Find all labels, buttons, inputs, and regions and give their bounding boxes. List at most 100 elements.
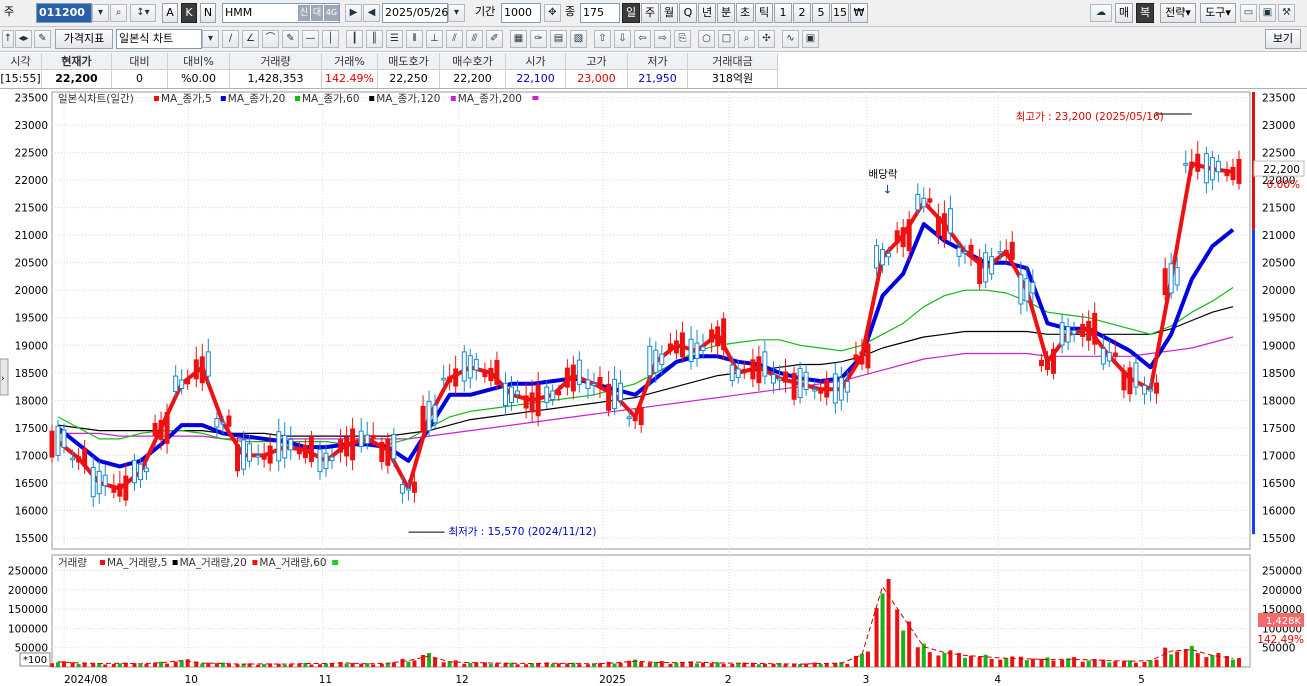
- period-button-9[interactable]: 2: [793, 3, 811, 23]
- copy-tool-icon[interactable]: ⎘: [674, 30, 691, 48]
- candle-body: [983, 252, 989, 283]
- price-indicator-button[interactable]: 가격지표: [55, 29, 113, 49]
- period-button-3[interactable]: Q: [679, 3, 697, 23]
- zoom-tool-icon[interactable]: ⌕: [738, 30, 755, 48]
- period-button-5[interactable]: 분: [717, 3, 735, 23]
- cloud-icon[interactable]: ☁: [1090, 4, 1112, 22]
- list-tool-icon[interactable]: ☰: [386, 30, 403, 48]
- candle-body: [824, 379, 830, 398]
- volume-bar: [942, 652, 947, 667]
- stock-code-input[interactable]: 011200: [36, 3, 92, 23]
- volume-bar: [1142, 661, 1147, 667]
- tag-button-4g[interactable]: 4G: [324, 5, 339, 21]
- letter-button-n[interactable]: N: [200, 3, 216, 23]
- period-button-0[interactable]: 일: [622, 3, 640, 23]
- perp-tool-icon[interactable]: ⊥: [426, 30, 443, 48]
- sort-arrows-icon[interactable]: ↕▾: [130, 4, 156, 22]
- edit-settings-icon[interactable]: ✎: [34, 30, 51, 48]
- move-icon[interactable]: ✥: [544, 4, 561, 22]
- strategy-button[interactable]: 전략▾: [1160, 3, 1196, 23]
- rect-tool-icon[interactable]: □: [718, 30, 735, 48]
- line-tool-icon[interactable]: ∕: [222, 30, 239, 48]
- arrow-up-icon[interactable]: ↑: [2, 30, 14, 48]
- tag-button-loan[interactable]: 대: [311, 5, 323, 21]
- period-button-11[interactable]: 15: [831, 3, 849, 23]
- candle-body: [117, 483, 123, 497]
- view-button[interactable]: 보기: [1265, 29, 1301, 49]
- vline-tool-icon[interactable]: │: [322, 30, 339, 48]
- time-tick-label: 12: [455, 674, 468, 686]
- letter-button-a[interactable]: A: [162, 3, 178, 23]
- volume-bar: [886, 578, 891, 667]
- period-input[interactable]: 1000: [501, 3, 541, 23]
- candle-body: [276, 431, 282, 462]
- candle-body: [473, 359, 479, 371]
- volume-bar: [895, 609, 900, 667]
- candle-body: [1080, 323, 1086, 337]
- brush-tool-icon[interactable]: ✑: [530, 30, 547, 48]
- volume-bar: [936, 655, 941, 667]
- image-tool-icon[interactable]: ▣: [802, 30, 819, 48]
- tag-button-new[interactable]: 신: [298, 5, 310, 21]
- price-tick-left: 21000: [15, 230, 48, 242]
- candle-body: [1086, 320, 1092, 341]
- quote-header-5: 거래%: [322, 53, 378, 70]
- code-dropdown-icon[interactable]: ▾: [92, 4, 109, 22]
- single-view-button[interactable]: 매: [1115, 3, 1133, 23]
- up-tool-icon[interactable]: ⇧: [594, 30, 611, 48]
- price-legend-item: MA_종가,200: [458, 93, 522, 105]
- ruler-tool-icon[interactable]: ⫴: [406, 30, 423, 48]
- palette-tool-icon[interactable]: ▦: [510, 30, 527, 48]
- multiline-tool-icon[interactable]: ║: [366, 30, 383, 48]
- period-button-1[interactable]: 주: [641, 3, 659, 23]
- marker-tool-icon[interactable]: ✐: [486, 30, 503, 48]
- hatch-tool-icon[interactable]: ▧: [570, 30, 587, 48]
- count-input[interactable]: 175: [580, 3, 620, 23]
- period-button-12[interactable]: ₩: [850, 3, 868, 23]
- hline-tool-icon[interactable]: —: [302, 30, 319, 48]
- volume-bar: [453, 660, 458, 667]
- circle-tool-icon[interactable]: ○: [698, 30, 715, 48]
- letter-button-k[interactable]: K: [181, 3, 197, 23]
- open-folder-icon[interactable]: ▭: [1240, 4, 1257, 22]
- period-button-4[interactable]: 년: [698, 3, 716, 23]
- wrench-icon[interactable]: ⚒: [1278, 4, 1295, 22]
- volume-legend-item: MA_거래량,5: [107, 557, 168, 569]
- date-input[interactable]: 2025/05/26: [382, 3, 448, 23]
- price-volume-chart[interactable]: 15500 15500 16000 16000 16500 16500 17000 17000…: [0, 89, 1307, 686]
- period-button-2[interactable]: 월: [660, 3, 678, 23]
- quote-header-11: 거래대금: [688, 53, 778, 70]
- candle-body: [267, 445, 273, 464]
- play-forward-icon[interactable]: ▶: [345, 4, 362, 22]
- tools-button[interactable]: 도구▾: [1200, 3, 1236, 23]
- target-tool-icon[interactable]: ✣: [758, 30, 775, 48]
- legend-swatch: [154, 96, 159, 101]
- chart-type-select[interactable]: 일본식 차트: [116, 29, 202, 49]
- candle-body: [235, 444, 241, 472]
- period-button-10[interactable]: 5: [812, 3, 830, 23]
- vbar-tool-icon[interactable]: ┃: [346, 30, 363, 48]
- expand-horizontal-icon[interactable]: ◂▸: [15, 30, 32, 48]
- down-tool-icon[interactable]: ⇩: [614, 30, 631, 48]
- period-button-6[interactable]: 초: [736, 3, 754, 23]
- arc-tool-icon[interactable]: ⌒: [262, 30, 279, 48]
- save-icon[interactable]: ▣: [1259, 4, 1276, 22]
- left-tool-icon[interactable]: ⇦: [634, 30, 651, 48]
- wave-tool-icon[interactable]: ∿: [782, 30, 799, 48]
- memo-tool-icon[interactable]: ▤: [550, 30, 567, 48]
- search-icon[interactable]: ⌕: [110, 4, 127, 22]
- angle-tool-icon[interactable]: ∠: [242, 30, 259, 48]
- chart-type-dropdown-icon[interactable]: ▾: [202, 30, 219, 48]
- quote-header-9: 고가: [566, 53, 628, 70]
- quote-header-1: 현재가: [42, 53, 112, 70]
- pen-tool-icon[interactable]: ✎: [282, 30, 299, 48]
- candle-body: [721, 318, 727, 351]
- date-dropdown-icon[interactable]: ▾: [448, 4, 465, 22]
- channel-tool-icon[interactable]: ⫽: [446, 30, 463, 48]
- multi-view-button[interactable]: 복: [1136, 3, 1154, 23]
- play-back-icon[interactable]: ◀: [363, 4, 380, 22]
- right-tool-icon[interactable]: ⇨: [654, 30, 671, 48]
- period-button-7[interactable]: 틱: [755, 3, 773, 23]
- period-button-8[interactable]: 1: [774, 3, 792, 23]
- grid-tool-icon[interactable]: ⫻: [466, 30, 483, 48]
